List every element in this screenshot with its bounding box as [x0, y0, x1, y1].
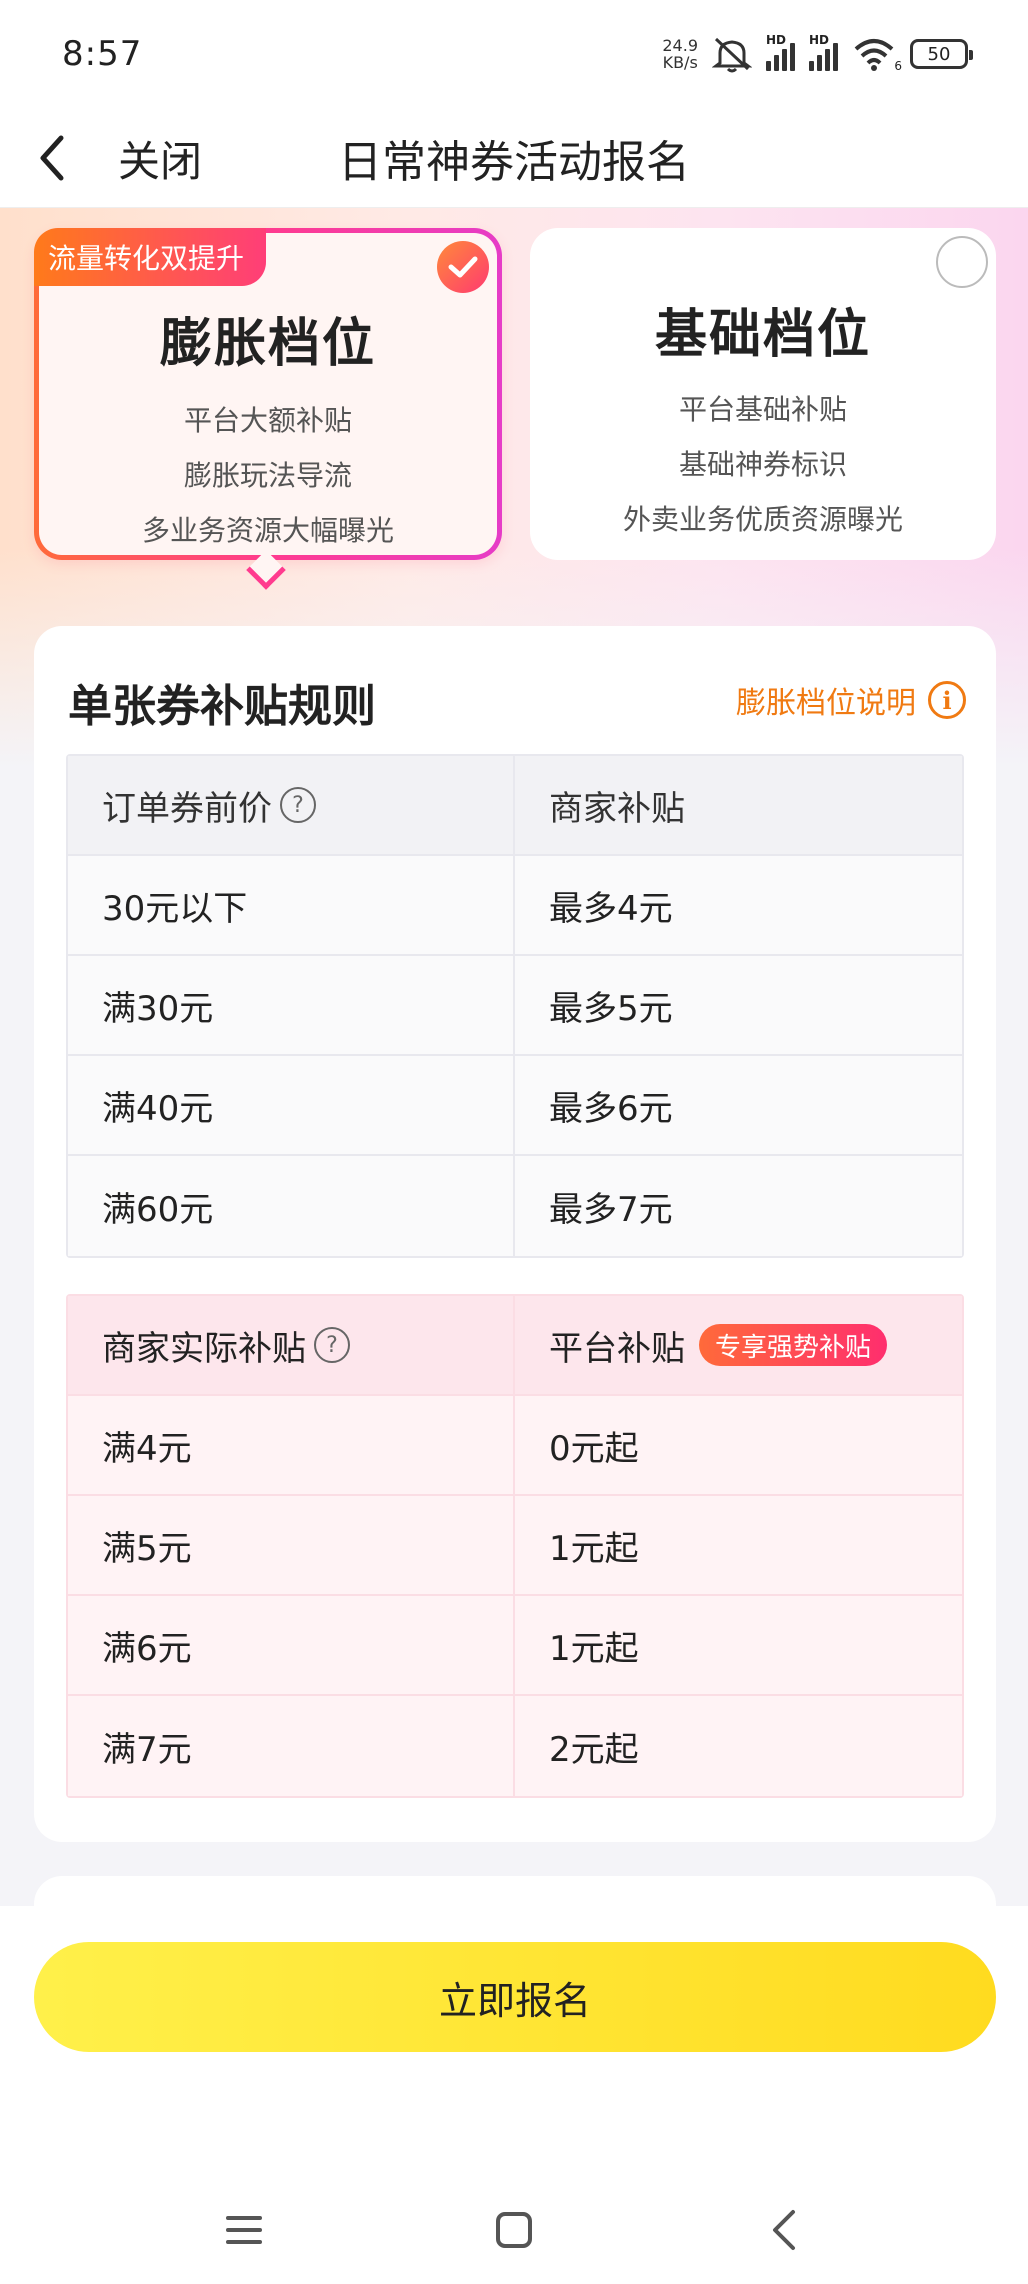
table-header-row: 订单券前价 ? 商家补贴 [68, 756, 962, 856]
wifi-label: 6 [894, 59, 902, 73]
radio-unchecked-icon [936, 236, 988, 288]
net-speed: 24.9 KB/s [662, 37, 698, 71]
help-icon[interactable]: ? [280, 787, 316, 823]
tier-feature: 平台大额补贴 [183, 404, 352, 437]
table-cell: 最多7元 [549, 1189, 673, 1230]
page-title: 日常神券活动报名 [338, 137, 690, 188]
table-row: 30元以下 最多4元 [68, 856, 962, 956]
table-cell: 2元起 [549, 1729, 639, 1770]
back-triangle-icon[interactable] [754, 2200, 814, 2260]
table-cell: 1元起 [549, 1528, 639, 1569]
tier-feature: 膨胀玩法导流 [183, 459, 352, 492]
signup-button[interactable]: 立即报名 [34, 1942, 996, 2052]
table-cell: 满60元 [68, 1156, 515, 1256]
mute-bell-icon [712, 35, 752, 73]
table-header-cell: 商家补贴 [549, 788, 685, 829]
tier-features: 平台大额补贴 膨胀玩法导流 多业务资源大幅曝光 [39, 393, 497, 558]
battery-level: 50 [927, 43, 951, 65]
table-cell: 满4元 [68, 1396, 515, 1494]
table-cell: 最多6元 [549, 1088, 673, 1129]
rules-card: 单张券补贴规则 膨胀档位说明 i 订单券前价 ? 商家补贴 30元以下 最多4元… [34, 626, 996, 1842]
table-row: 满5元 1元起 [68, 1496, 962, 1596]
tier-badge: 流量转化双提升 [34, 228, 267, 286]
table-header-cell: 平台补贴 专享强势补贴 [515, 1296, 962, 1394]
signal-hd-2-icon: HD [809, 33, 838, 71]
tier-name: 膨胀档位 [159, 314, 376, 374]
tier-info-link[interactable]: 膨胀档位说明 i [736, 678, 966, 722]
table-cell: 满7元 [68, 1696, 515, 1796]
menu-icon[interactable] [214, 2200, 274, 2260]
back-button[interactable] [22, 126, 82, 190]
tier-card-expansion[interactable]: 流量转化双提升 膨胀档位 平台大额补贴 膨胀玩法导流 多业务资源大幅曝光 [34, 228, 502, 560]
rules-title: 单张券补贴规则 [68, 681, 376, 732]
signal-hd-1-icon: HD [766, 33, 795, 71]
info-icon: i [928, 681, 966, 719]
wifi-icon: 6 [852, 37, 902, 73]
net-speed-unit: KB/s [662, 53, 698, 72]
nav-bar: 关闭 日常神券活动报名 [0, 108, 1028, 208]
table-cell: 满30元 [68, 956, 515, 1054]
help-icon[interactable]: ? [314, 1327, 350, 1363]
net-speed-value: 24.9 [662, 36, 698, 55]
status-bar: 8:57 24.9 KB/s HD HD 6 50 [0, 0, 1028, 108]
table-row: 满6元 1元起 [68, 1596, 962, 1696]
table-cell: 30元以下 [68, 856, 515, 954]
status-icons: 24.9 KB/s HD HD 6 50 [662, 33, 973, 73]
tier-feature: 基础神券标识 [678, 448, 847, 481]
subsidy-table: 订单券前价 ? 商家补贴 30元以下 最多4元 满30元 最多5元 满40元 最… [66, 754, 964, 1258]
table-header-cell: 商家实际补贴 ? [68, 1296, 515, 1394]
close-button[interactable]: 关闭 [118, 128, 202, 189]
table-cell: 1元起 [549, 1628, 639, 1669]
platform-subsidy-table: 商家实际补贴 ? 平台补贴 专享强势补贴 满4元 0元起 满5元 1元起 满6元… [66, 1294, 964, 1798]
table-cell: 满6元 [68, 1596, 515, 1694]
table-row: 满30元 最多5元 [68, 956, 962, 1056]
status-time: 8:57 [62, 34, 143, 74]
table-row: 满7元 2元起 [68, 1696, 962, 1796]
table-cell: 0元起 [549, 1428, 639, 1469]
table-row: 满40元 最多6元 [68, 1056, 962, 1156]
table-cell: 最多5元 [549, 988, 673, 1029]
check-icon [437, 241, 489, 293]
tier-features: 平台基础补贴 基础神券标识 外卖业务优质资源曝光 [530, 382, 996, 547]
promo-tag: 专享强势补贴 [699, 1324, 888, 1366]
table-header-row: 商家实际补贴 ? 平台补贴 专享强势补贴 [68, 1296, 962, 1396]
tier-card-basic[interactable]: 基础档位 平台基础补贴 基础神券标识 外卖业务优质资源曝光 [530, 228, 996, 560]
chevron-left-icon [40, 135, 64, 181]
table-header-cell: 订单券前价 ? [68, 756, 515, 854]
tier-feature: 外卖业务优质资源曝光 [622, 503, 903, 536]
battery-icon: 50 [910, 39, 973, 69]
table-cell: 最多4元 [549, 888, 673, 929]
home-icon[interactable] [484, 2200, 544, 2260]
system-nav-bar [0, 2180, 1028, 2280]
table-row: 满60元 最多7元 [68, 1156, 962, 1256]
table-row: 满4元 0元起 [68, 1396, 962, 1496]
tier-feature: 多业务资源大幅曝光 [141, 514, 394, 547]
table-cell: 满5元 [68, 1496, 515, 1594]
table-cell: 满40元 [68, 1056, 515, 1154]
tier-info-label: 膨胀档位说明 [736, 686, 916, 721]
tier-feature: 平台基础补贴 [678, 393, 847, 426]
tier-name: 基础档位 [654, 305, 871, 365]
